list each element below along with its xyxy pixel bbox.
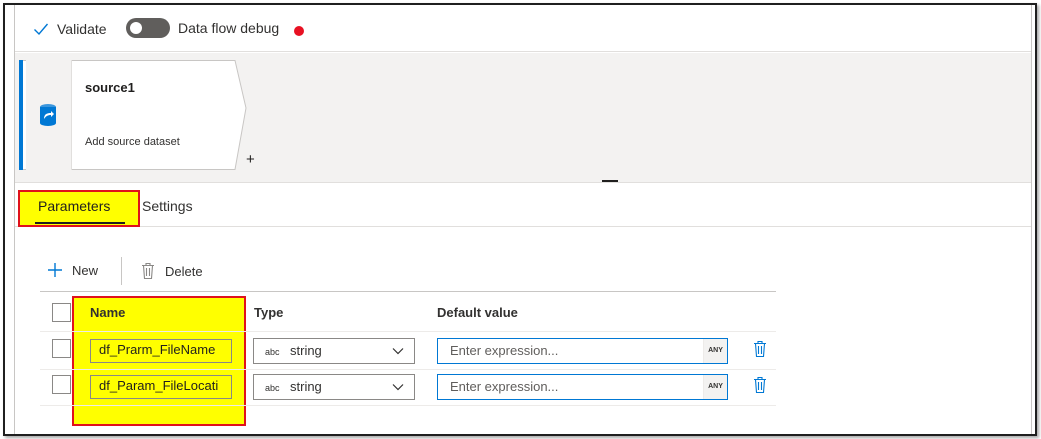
dataflow-editor: Validate Data flow debug source1 Add sou… — [14, 5, 1032, 434]
default-value-input[interactable]: Enter expression... ANY — [437, 338, 728, 364]
trash-icon — [142, 262, 154, 280]
column-header-name: Name — [90, 305, 126, 320]
type-value: string — [290, 379, 322, 394]
toolbar: Validate Data flow debug — [15, 5, 1031, 52]
source-dataset-icon — [40, 104, 56, 126]
source-node-title: source1 — [85, 80, 135, 95]
parameter-name-input[interactable]: df_Prarm_FileName — [90, 339, 232, 363]
type-value: string — [290, 343, 322, 358]
select-all-checkbox[interactable] — [52, 303, 71, 322]
tab-settings[interactable]: Settings — [142, 198, 193, 214]
tab-parameters[interactable]: Parameters — [38, 198, 110, 214]
any-type-badge: ANY — [703, 375, 727, 399]
row-divider — [40, 405, 776, 406]
header-divider — [40, 331, 776, 332]
parameter-type-dropdown[interactable]: abc string — [253, 374, 415, 400]
new-parameter-button[interactable]: New — [47, 262, 98, 278]
config-tabs: Parameters Settings — [15, 185, 1031, 227]
parameter-name-input[interactable]: df_Param_FileLocati — [90, 375, 232, 399]
command-separator — [121, 257, 122, 285]
any-type-badge: ANY — [703, 339, 727, 363]
checkmark-icon — [34, 23, 49, 36]
debug-label: Data flow debug — [178, 20, 280, 36]
string-type-badge: abc — [265, 383, 280, 393]
expression-placeholder: Enter expression... — [450, 343, 559, 358]
new-label: New — [72, 262, 99, 278]
column-header-type: Type — [254, 305, 284, 320]
row-delete-icon[interactable] — [752, 340, 768, 358]
source-node[interactable]: source1 Add source dataset + — [19, 60, 255, 170]
row-delete-icon[interactable] — [752, 376, 768, 394]
panel-resize-handle[interactable] — [602, 180, 618, 182]
delete-label: Delete — [165, 263, 203, 279]
expression-placeholder: Enter expression... — [450, 379, 559, 394]
debug-status-dot — [294, 26, 304, 36]
debug-toggle[interactable] — [126, 18, 170, 38]
default-value-input[interactable]: Enter expression... ANY — [437, 374, 728, 400]
toggle-knob — [130, 22, 142, 34]
source-node-subtitle: Add source dataset — [85, 136, 180, 148]
add-transformation-button[interactable]: + — [246, 151, 255, 168]
chevron-down-icon — [392, 384, 404, 391]
chevron-down-icon — [392, 348, 404, 355]
dataflow-canvas[interactable]: source1 Add source dataset + — [15, 53, 1031, 183]
validate-button[interactable]: Validate — [33, 20, 107, 38]
delete-parameter-button[interactable]: Delete — [140, 262, 203, 280]
row-checkbox[interactable] — [52, 339, 71, 358]
plus-icon — [48, 263, 62, 277]
string-type-badge: abc — [265, 347, 280, 357]
row-checkbox[interactable] — [52, 375, 71, 394]
validate-label: Validate — [57, 21, 107, 37]
row-divider — [40, 369, 776, 370]
parameter-type-dropdown[interactable]: abc string — [253, 338, 415, 364]
app-frame: Validate Data flow debug source1 Add sou… — [3, 3, 1037, 436]
grid-top-border — [40, 291, 776, 292]
active-tab-underline — [35, 222, 125, 224]
column-header-default-value: Default value — [437, 305, 518, 320]
